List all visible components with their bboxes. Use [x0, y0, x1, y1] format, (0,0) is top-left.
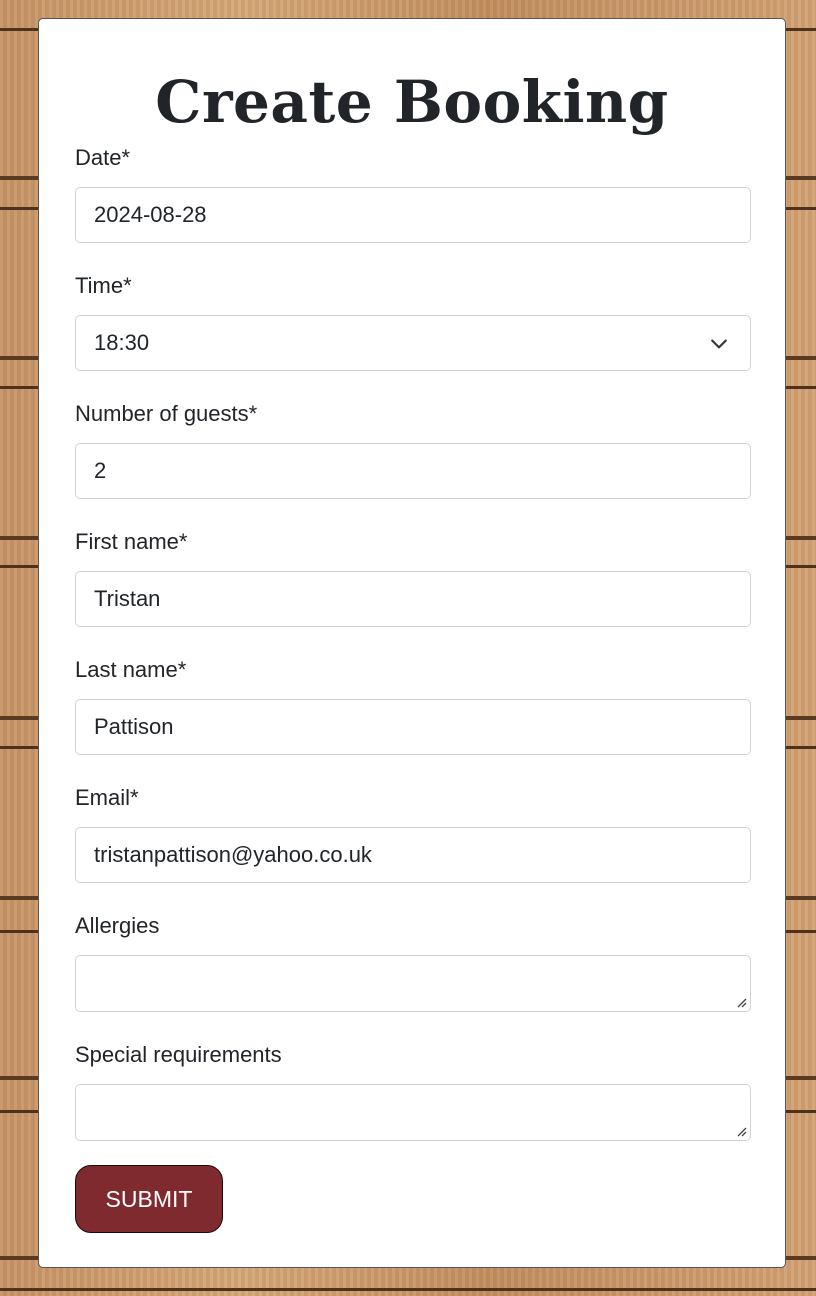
guests-label: Number of guests*: [75, 401, 258, 426]
last-name-field[interactable]: Pattison: [75, 699, 751, 755]
submit-button[interactable]: SUBMIT: [75, 1165, 223, 1233]
date-field[interactable]: 2024-08-28: [75, 187, 751, 243]
email-value: tristanpattison@yahoo.co.uk: [94, 842, 372, 867]
time-label: Time*: [75, 273, 132, 298]
special-requirements-textarea[interactable]: [75, 1084, 751, 1141]
last-name-label: Last name*: [75, 657, 187, 682]
resize-handle-icon[interactable]: [735, 996, 747, 1008]
date-label: Date*: [75, 145, 131, 170]
email-field[interactable]: tristanpattison@yahoo.co.uk: [75, 827, 751, 883]
page-title: Create Booking: [155, 68, 669, 136]
allergies-label: Allergies: [75, 913, 160, 938]
guests-field[interactable]: 2: [75, 443, 751, 499]
email-label: Email*: [75, 785, 139, 810]
time-select[interactable]: 18:30: [75, 315, 751, 371]
special-requirements-label: Special requirements: [75, 1042, 282, 1067]
last-name-value: Pattison: [94, 714, 174, 739]
first-name-label: First name*: [75, 529, 188, 554]
allergies-textarea[interactable]: [75, 955, 751, 1012]
time-value: 18:30: [94, 330, 150, 355]
resize-handle-icon[interactable]: [735, 1125, 747, 1137]
chevron-down-icon: [711, 339, 727, 349]
guests-value: 2: [94, 458, 107, 483]
date-value: 2024-08-28: [94, 202, 207, 227]
booking-form-card: Create Booking Date* 2024-08-28 Time* 18…: [38, 18, 786, 1268]
first-name-value: Tristan: [94, 586, 161, 611]
plank-seam: [0, 1288, 816, 1291]
first-name-field[interactable]: Tristan: [75, 571, 751, 627]
